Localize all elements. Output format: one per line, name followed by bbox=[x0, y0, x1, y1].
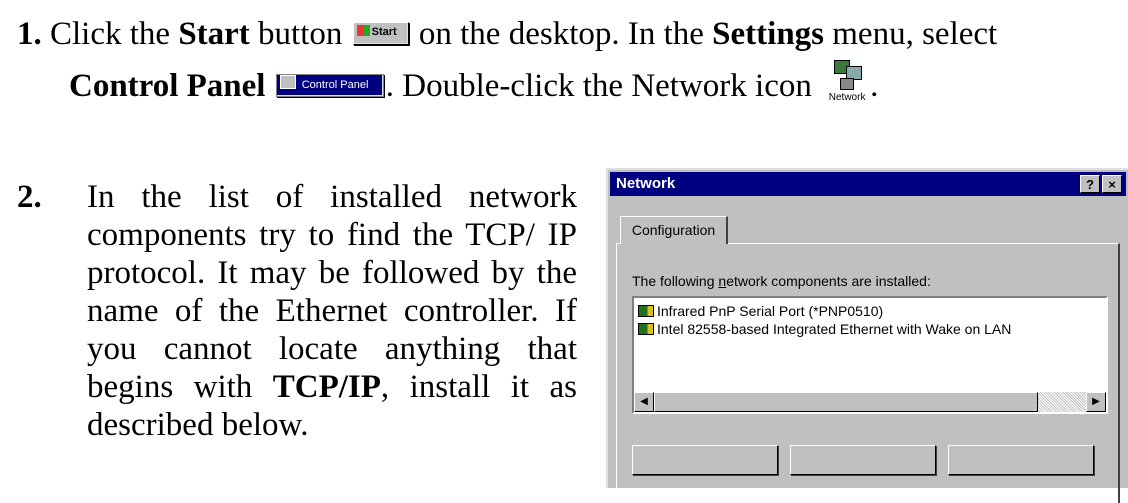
help-button[interactable]: ? bbox=[1080, 175, 1100, 193]
start-keyword: Start bbox=[178, 16, 250, 52]
dialog-title: Network bbox=[616, 175, 676, 192]
start-button[interactable]: Start bbox=[352, 21, 409, 45]
step-text: button bbox=[258, 16, 343, 52]
step-number: 2. bbox=[17, 179, 42, 215]
step-text: . Double-click the Network icon bbox=[385, 68, 812, 104]
control-panel-menu-label: Control Panel bbox=[301, 78, 369, 91]
horizontal-scrollbar[interactable]: ◀ ▶ bbox=[634, 392, 1106, 412]
network-adapter-icon bbox=[638, 305, 654, 317]
properties-button[interactable] bbox=[948, 445, 1094, 475]
start-button-label: Start bbox=[371, 25, 397, 38]
components-list[interactable]: Infrared PnP Serial Port (*PNP0510) Inte… bbox=[632, 296, 1108, 414]
list-item[interactable]: Intel 82558-based Integrated Ethernet wi… bbox=[638, 320, 1011, 338]
label-text: The following bbox=[632, 273, 719, 289]
settings-keyword: Settings bbox=[712, 16, 825, 52]
control-panel-keyword: Control Panel bbox=[69, 68, 266, 104]
step-text: on the desktop. In the bbox=[418, 16, 704, 52]
control-panel-menu-item[interactable]: Control Panel bbox=[275, 73, 384, 97]
scroll-thumb[interactable] bbox=[654, 392, 1038, 412]
step-2-body: In the list of installed network compone… bbox=[87, 178, 577, 444]
step-text: Click the bbox=[50, 16, 171, 52]
step-number: 1. bbox=[17, 16, 42, 52]
step-text: . bbox=[870, 68, 879, 104]
step-2: 2. In the list of installed network comp… bbox=[17, 178, 577, 443]
control-panel-icon bbox=[279, 74, 296, 89]
list-item-label: Intel 82558-based Integrated Ethernet wi… bbox=[657, 321, 1012, 337]
scroll-track[interactable] bbox=[1038, 392, 1086, 412]
network-icon[interactable]: Network bbox=[824, 56, 870, 106]
network-adapter-icon bbox=[638, 323, 654, 335]
add-button[interactable] bbox=[632, 445, 778, 475]
list-item-label: Infrared PnP Serial Port (*PNP0510) bbox=[657, 303, 884, 319]
scroll-right-icon[interactable]: ▶ bbox=[1086, 392, 1106, 412]
label-text: etwork components are installed: bbox=[726, 273, 931, 289]
network-dialog: Network ? × Configuration The following … bbox=[606, 168, 1128, 503]
tab-configuration[interactable]: Configuration bbox=[620, 216, 728, 244]
dialog-title-bar[interactable]: Network ? × bbox=[610, 172, 1126, 196]
tcpip-keyword: TCP/IP bbox=[272, 369, 381, 405]
list-item[interactable]: Infrared PnP Serial Port (*PNP0510) bbox=[638, 302, 883, 320]
step-text: menu, select bbox=[832, 16, 998, 52]
close-button[interactable]: × bbox=[1102, 175, 1122, 193]
network-icon-caption: Network bbox=[828, 92, 866, 103]
windows-flag-icon bbox=[356, 24, 370, 36]
components-label: The following network components are ins… bbox=[632, 273, 931, 289]
network-computer-icon bbox=[840, 78, 855, 90]
scroll-left-icon[interactable]: ◀ bbox=[634, 392, 654, 412]
step-1: 1. Click the Start button Start on the d… bbox=[17, 8, 1117, 112]
remove-button[interactable] bbox=[790, 445, 936, 475]
